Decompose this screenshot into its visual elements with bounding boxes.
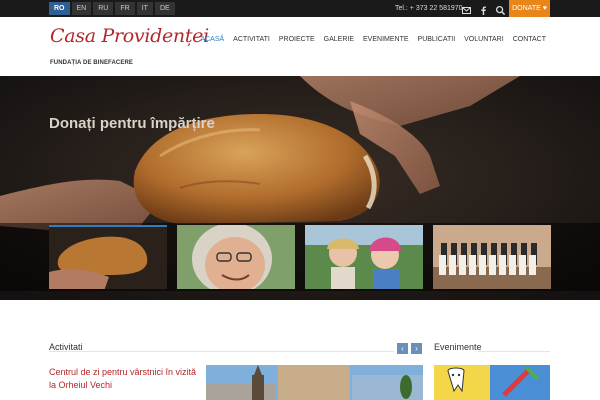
nav-acasa[interactable]: ACASĂ	[200, 35, 224, 45]
events-divider	[478, 351, 550, 352]
phone-number: Tel.: + 373 22 581970	[395, 5, 463, 12]
site-header: Casa Providenței FUNDAȚIA DE BINEFACERE …	[0, 17, 600, 76]
orheiul-vechi-photo	[206, 365, 423, 400]
nav-proiecte[interactable]: PROIECTE	[279, 35, 315, 45]
donate-button[interactable]: DONATE ♥	[509, 0, 550, 17]
lang-ru[interactable]: RU	[93, 2, 114, 15]
bread-thumbnail	[49, 227, 167, 289]
event-photo	[434, 365, 550, 400]
lang-it[interactable]: IT	[136, 2, 153, 15]
logo-subtitle: FUNDAȚIA DE BINEFACERE	[50, 60, 133, 66]
hero-slider[interactable]: Donați pentru împărțire	[0, 76, 600, 300]
activity-image[interactable]	[206, 365, 423, 400]
donate-label: DONATE	[512, 5, 541, 12]
hero-title: Donați pentru împărțire	[49, 115, 215, 132]
activities-divider	[49, 351, 394, 352]
lang-de[interactable]: DE	[154, 2, 175, 15]
lang-fr[interactable]: FR	[115, 2, 135, 15]
logo[interactable]: Casa Providenței FUNDAȚIA DE BINEFACERE	[50, 25, 209, 75]
children-thumbnail	[305, 225, 423, 289]
chevron-right-icon: ›	[415, 344, 418, 353]
slide-thumb-elderly-woman[interactable]	[177, 225, 295, 289]
slide-thumb-choir[interactable]	[433, 225, 551, 289]
events-title: Evenimente	[434, 342, 482, 352]
nav-evenimente[interactable]: EVENIMENTE	[363, 35, 409, 45]
heart-icon: ♥	[542, 5, 547, 12]
nav-publicatii[interactable]: PUBLICATII	[418, 35, 456, 45]
prev-arrow-button[interactable]: ‹	[397, 343, 408, 354]
slide-thumb-children[interactable]	[305, 225, 423, 289]
lang-en[interactable]: EN	[71, 2, 92, 15]
nav-contact[interactable]: CONTACT	[513, 35, 546, 45]
logo-text: Casa Providenței	[50, 25, 209, 47]
choir-thumbnail	[433, 225, 551, 289]
event-image[interactable]	[434, 365, 550, 400]
next-arrow-button[interactable]: ›	[411, 343, 422, 354]
slider-thumbnails	[0, 223, 600, 291]
search-icon[interactable]	[495, 3, 506, 16]
language-switcher: RO EN RU FR IT DE	[49, 2, 175, 15]
mail-icon[interactable]	[461, 3, 472, 14]
nav-galerie[interactable]: GALERIE	[324, 35, 354, 45]
chevron-left-icon: ‹	[401, 344, 404, 353]
nav-activitati[interactable]: ACTIVITATI	[233, 35, 270, 45]
facebook-icon[interactable]	[478, 3, 489, 15]
activity-link[interactable]: Centrul de zi pentru vârstnici în vizită…	[49, 366, 199, 392]
nav-voluntari[interactable]: VOLUNTARI	[464, 35, 504, 45]
lang-ro[interactable]: RO	[49, 2, 70, 15]
top-bar: RO EN RU FR IT DE Tel.: + 373 22 581970 …	[0, 0, 600, 17]
slide-thumb-bread[interactable]	[49, 225, 167, 289]
elderly-woman-thumbnail	[177, 225, 295, 289]
main-nav: ACASĂ ACTIVITATI PROIECTE GALERIE EVENIM…	[200, 35, 546, 45]
